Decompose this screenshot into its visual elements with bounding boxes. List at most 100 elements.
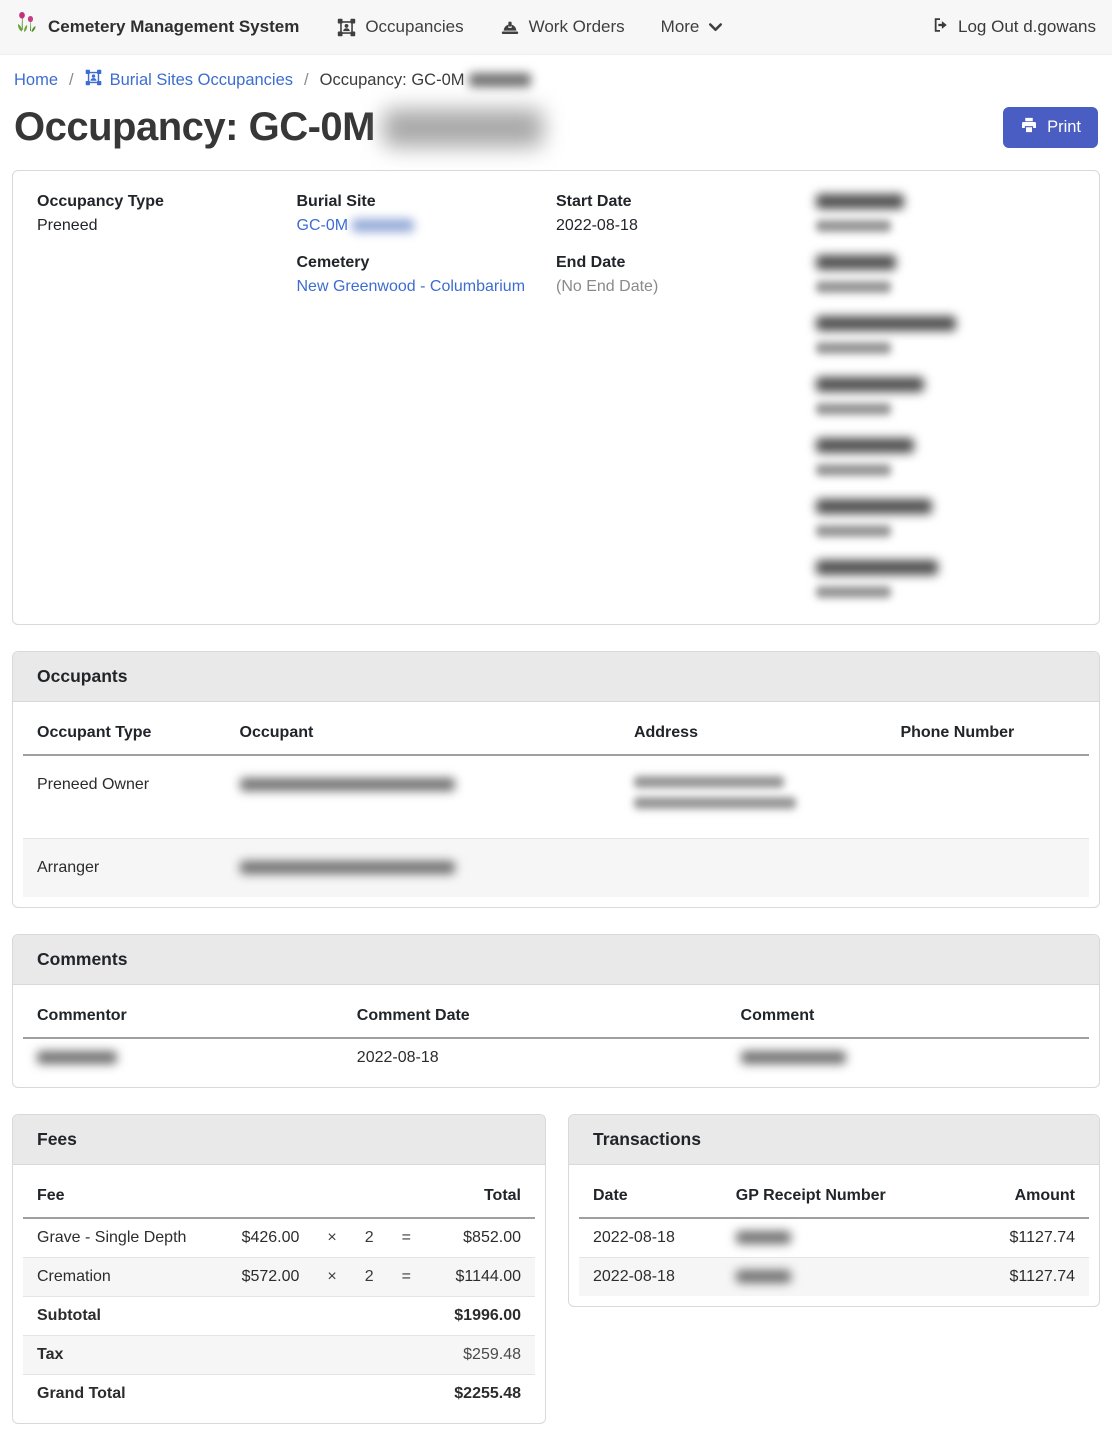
redacted-title-id	[383, 109, 543, 147]
redacted-comment	[741, 1051, 846, 1064]
occupant-address-cell	[620, 839, 887, 898]
subtotal-value: $1996.00	[425, 1297, 535, 1336]
logout-label: Log Out d.gowans	[958, 17, 1096, 37]
transaction-date-cell: 2022-08-18	[579, 1258, 722, 1297]
redacted-field-label	[816, 560, 938, 575]
transaction-amount-cell: $1127.74	[951, 1218, 1089, 1258]
occupancy-details-panel: Occupancy Type Preneed Burial Site GC-0M…	[12, 170, 1100, 625]
redacted-field-label	[816, 438, 914, 453]
comments-table: Commentor Comment Date Comment 2022-08-1…	[23, 993, 1089, 1077]
breadcrumb-current: Occupancy: GC-0M	[320, 71, 531, 90]
fee-qty-cell: 2	[351, 1258, 388, 1297]
redacted-occupant-name	[240, 778, 455, 791]
grave-frame-icon	[85, 69, 102, 91]
details-column-3: Start Date 2022-08-18 End Date (No End D…	[556, 193, 816, 620]
redacted-field-value	[816, 342, 891, 354]
top-navbar: Cemetery Management System Occupancies	[0, 0, 1112, 55]
fee-unit-cell: $426.00	[217, 1218, 313, 1258]
redacted-field-value	[816, 220, 891, 232]
subtotal-label: Subtotal	[23, 1297, 217, 1336]
print-label: Print	[1047, 118, 1081, 137]
commentor-cell	[23, 1038, 343, 1077]
end-date-label: End Date	[556, 254, 816, 272]
occupant-phone-cell	[886, 755, 1089, 839]
burial-site-link[interactable]: GC-0M	[297, 217, 415, 234]
column-header-phone-number: Phone Number	[886, 710, 1089, 755]
details-column-4-redacted	[816, 193, 1076, 620]
logout-button[interactable]: Log Out d.gowans	[931, 16, 1096, 39]
fee-total-cell: $852.00	[425, 1218, 535, 1258]
transaction-date-cell: 2022-08-18	[579, 1218, 722, 1258]
comment-cell	[727, 1038, 1089, 1077]
fee-qty-cell: 2	[351, 1218, 388, 1258]
page-title: Occupancy: GC-0M	[14, 105, 543, 150]
redacted-field-value	[816, 586, 891, 598]
redacted-field-label	[816, 255, 896, 270]
nav-label: Occupancies	[365, 17, 463, 37]
fees-card: Fees Fee Total Grave - Single Depth $426…	[12, 1114, 546, 1424]
grand-total-value: $2255.48	[425, 1375, 535, 1414]
bottom-row: Fees Fee Total Grave - Single Depth $426…	[12, 1114, 1100, 1432]
redacted-field-label	[816, 377, 924, 392]
cemetery-label: Cemetery	[297, 254, 557, 272]
column-header-commentor: Commentor	[23, 993, 343, 1038]
comment-date-cell: 2022-08-18	[343, 1038, 727, 1077]
logout-icon	[931, 16, 949, 39]
details-column-1: Occupancy Type Preneed	[37, 193, 297, 620]
start-date-value: 2022-08-18	[556, 217, 816, 235]
occupant-name-cell	[226, 839, 620, 898]
breadcrumb-separator: /	[69, 71, 74, 90]
occupants-card: Occupants Occupant Type Occupant Address…	[12, 651, 1100, 908]
cemetery-link[interactable]: New Greenwood - Columbarium	[297, 278, 526, 295]
redacted-address-line	[634, 776, 784, 788]
fee-unit-cell: $572.00	[217, 1258, 313, 1297]
occupant-type-cell: Preneed Owner	[23, 755, 226, 839]
redacted-field-value	[816, 281, 891, 293]
start-date-label: Start Date	[556, 193, 816, 211]
redacted-field-value	[816, 525, 891, 537]
redacted-field-label	[816, 194, 904, 209]
column-header-occupant: Occupant	[226, 710, 620, 755]
occupant-row: Arranger	[23, 839, 1089, 898]
column-header-address: Address	[620, 710, 887, 755]
page-header: Occupancy: GC-0M Print	[0, 91, 1112, 150]
occupant-address-cell	[620, 755, 887, 839]
end-date-value: (No End Date)	[556, 278, 816, 296]
column-header-gp-receipt-number: GP Receipt Number	[722, 1173, 952, 1218]
nav-item-occupancies[interactable]: Occupancies	[337, 17, 463, 37]
occupant-row: Preneed Owner	[23, 755, 1089, 839]
redacted-burial-site-id	[352, 219, 414, 232]
tax-label: Tax	[23, 1336, 217, 1375]
redacted-breadcrumb-id	[469, 73, 531, 87]
fee-name-cell: Grave - Single Depth	[23, 1218, 217, 1258]
nav-item-more[interactable]: More	[661, 17, 724, 37]
transactions-card-title: Transactions	[569, 1115, 1099, 1165]
redacted-commentor	[37, 1051, 117, 1064]
grand-total-label: Grand Total	[23, 1375, 217, 1414]
redacted-address-line	[634, 797, 796, 809]
redacted-field-label	[816, 316, 956, 331]
column-header-amount: Amount	[951, 1173, 1089, 1218]
redacted-field-value	[816, 464, 891, 476]
nav-item-work-orders[interactable]: Work Orders	[500, 17, 625, 37]
breadcrumb-occupancies-link[interactable]: Burial Sites Occupancies	[85, 69, 293, 91]
print-button[interactable]: Print	[1003, 107, 1098, 148]
comments-card-title: Comments	[13, 935, 1099, 985]
tax-value: $259.48	[425, 1336, 535, 1375]
transactions-card: Transactions Date GP Receipt Number Amou…	[568, 1114, 1100, 1307]
tulip-logo-icon	[16, 10, 38, 45]
fee-total-cell: $1144.00	[425, 1258, 535, 1297]
nav-items: Occupancies Work Orders More	[337, 17, 723, 37]
breadcrumb-occupancies-label: Burial Sites Occupancies	[110, 71, 293, 90]
redacted-receipt-number	[736, 1231, 791, 1244]
fee-name-cell: Cremation	[23, 1258, 217, 1297]
occupants-table: Occupant Type Occupant Address Phone Num…	[23, 710, 1089, 897]
occupant-name-cell	[226, 755, 620, 839]
transactions-table: Date GP Receipt Number Amount 2022-08-18…	[579, 1173, 1089, 1296]
column-header-date: Date	[579, 1173, 722, 1218]
grave-frame-icon	[337, 18, 356, 37]
breadcrumb-home-link[interactable]: Home	[14, 71, 58, 90]
fee-times-cell: ×	[313, 1218, 350, 1258]
app-brand[interactable]: Cemetery Management System	[16, 10, 299, 45]
chevron-down-icon	[708, 22, 723, 33]
